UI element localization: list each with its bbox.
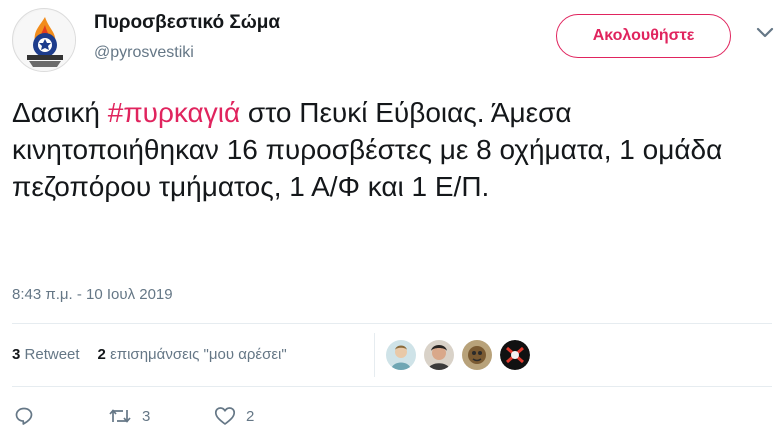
stats-divider: [374, 333, 375, 377]
retweet-count: 3: [142, 407, 151, 425]
tweet-actions: 3 2: [14, 406, 254, 426]
avatar[interactable]: [500, 340, 530, 370]
avatar[interactable]: [462, 340, 492, 370]
liker-avatars: [386, 340, 530, 370]
tweet-header: Πυροσβεστικό Σώμα @pyrosvestiki Ακολουθή…: [0, 0, 780, 84]
user-handle[interactable]: @pyrosvestiki: [94, 44, 194, 62]
retweets-label: Retweet: [24, 346, 80, 363]
follow-button[interactable]: Ακολουθήστε: [556, 14, 731, 58]
avatar[interactable]: [386, 340, 416, 370]
heart-icon: [214, 406, 236, 426]
retweets-count: 3: [12, 346, 21, 363]
divider: [12, 386, 772, 387]
chevron-down-icon[interactable]: [756, 26, 774, 40]
tweet-text: Δασική #πυρκαγιά στο Πευκί Εύβοιας. Άμεσ…: [12, 94, 772, 205]
avatar[interactable]: [424, 340, 454, 370]
retweet-button[interactable]: 3: [108, 406, 214, 426]
reply-button[interactable]: [14, 406, 108, 426]
like-count: 2: [246, 407, 255, 425]
reply-icon: [14, 406, 34, 426]
likes-stat[interactable]: 2 επισημάνσεις "μου αρέσει": [98, 346, 287, 363]
likes-count: 2: [97, 346, 106, 363]
like-button[interactable]: 2: [214, 406, 254, 426]
hashtag-link[interactable]: #πυρκαγιά: [108, 97, 240, 128]
tweet-timestamp[interactable]: 8:43 π.μ. - 10 Ιουλ 2019: [12, 286, 173, 303]
likes-label: επισημάνσεις "μου αρέσει": [110, 346, 287, 363]
tweet-text-start: Δασική: [12, 97, 108, 128]
divider: [12, 323, 772, 324]
engagement-stats: 3 Retweet 2 επισημάνσεις "μου αρέσει": [12, 346, 287, 363]
retweets-stat[interactable]: 3 Retweet: [12, 346, 80, 363]
fire-service-logo-icon[interactable]: [12, 8, 76, 72]
display-name[interactable]: Πυροσβεστικό Σώμα: [94, 12, 280, 34]
retweet-icon: [108, 406, 132, 426]
